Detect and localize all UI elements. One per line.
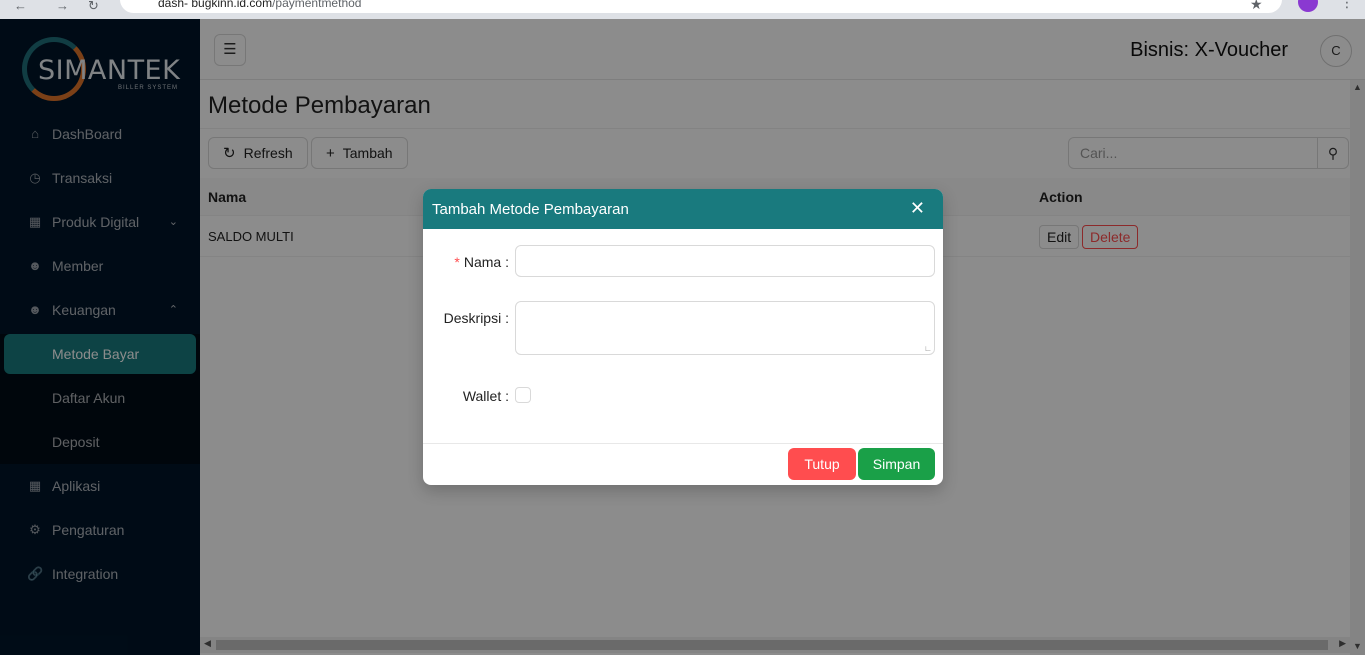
wallet-label: Wallet : bbox=[462, 388, 509, 404]
required-marker: * bbox=[454, 254, 460, 270]
reload-icon[interactable]: ↻ bbox=[88, 0, 99, 14]
modal-header: Tambah Metode Pembayaran ✕ bbox=[423, 189, 943, 229]
browser-toolbar: ← → ↻ dash- bugkinn.id.com/paymentmethod… bbox=[0, 0, 1365, 19]
deskripsi-textarea[interactable]: ∟ bbox=[515, 301, 935, 355]
bookmark-star-icon[interactable]: ★ bbox=[1250, 0, 1263, 13]
wallet-checkbox[interactable] bbox=[515, 387, 531, 403]
add-payment-method-modal: Tambah Metode Pembayaran ✕ * Nama : Deskr… bbox=[423, 189, 943, 485]
simpan-button[interactable]: Simpan bbox=[858, 448, 935, 480]
tutup-button[interactable]: Tutup bbox=[788, 448, 856, 480]
nama-label: * Nama : bbox=[454, 254, 509, 270]
browser-menu-icon[interactable]: ⋮ bbox=[1340, 0, 1354, 11]
url-host: dash- bugkinn.id.com bbox=[158, 0, 273, 10]
profile-avatar-icon[interactable] bbox=[1298, 0, 1318, 12]
nama-input[interactable] bbox=[515, 245, 935, 277]
address-bar[interactable]: dash- bugkinn.id.com/paymentmethod bbox=[120, 0, 1282, 13]
deskripsi-label: Deskripsi : bbox=[443, 310, 509, 326]
modal-title: Tambah Metode Pembayaran bbox=[432, 201, 629, 218]
resize-handle-icon[interactable]: ∟ bbox=[924, 345, 932, 353]
close-icon[interactable]: ✕ bbox=[910, 198, 925, 218]
modal-footer-divider bbox=[423, 443, 943, 444]
url-path: /paymentmethod bbox=[272, 0, 362, 10]
forward-icon[interactable]: → bbox=[56, 0, 69, 13]
back-icon[interactable]: ← bbox=[14, 0, 27, 13]
